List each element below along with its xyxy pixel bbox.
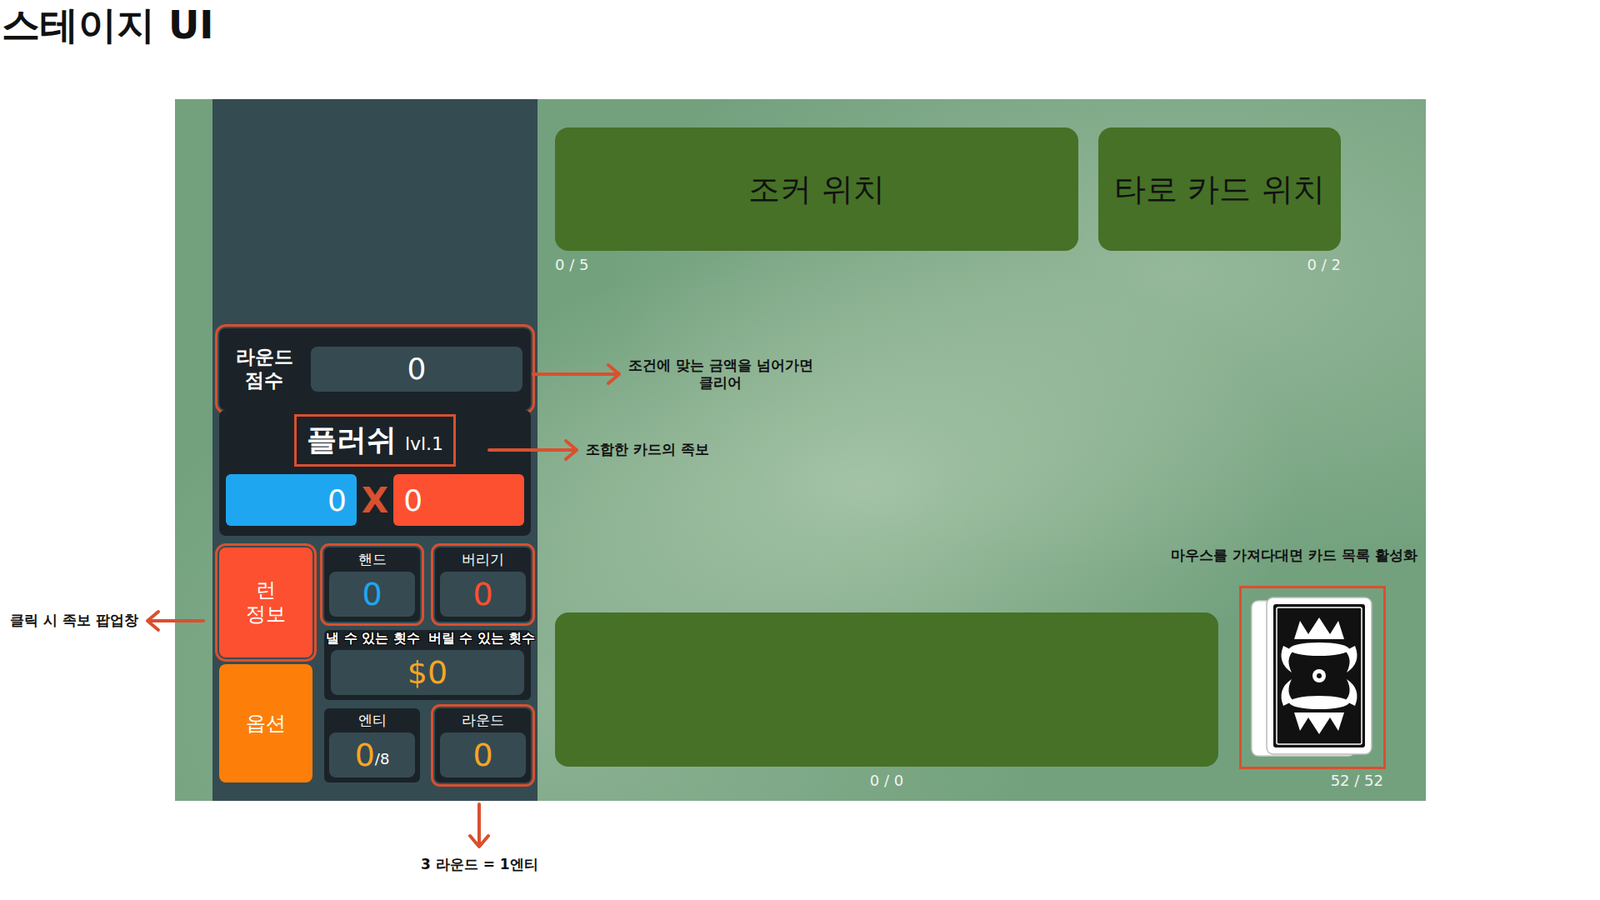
annotation: 마우스를 가져다대면 카드 목록 활성화 [1170,546,1418,565]
hand-name: 플러쉬 [306,420,397,461]
chips-box: 0 [225,474,357,526]
tarot-slot: 타로 카드 위치 [1098,127,1341,251]
deck-count: 52 / 52 [1241,771,1384,790]
annotation: 3 라운드 = 1엔티 [420,802,539,874]
deck[interactable] [1241,588,1384,767]
arrow-icon [467,802,491,850]
chips-mult-row: 0X0 [225,474,525,526]
counter-value: 0 [440,732,526,778]
annotation: 조합한 카드의 족보 [487,438,710,462]
text-line: 클릭 시 족보 팝업창 [10,611,139,630]
money-value: $0 [330,650,525,695]
stat-column: 핸드0버리기0낼 수 있는 횟수버릴 수 있는 횟수$0엔티0/8라운드0 [324,547,531,783]
hand-area[interactable] [555,612,1219,767]
options-button[interactable]: 옵션 [219,664,313,783]
button-column: 런정보옵션 [219,547,313,783]
arrow-icon [487,438,580,462]
round-score-value: 0 [310,346,523,392]
mult-box: 0 [393,474,525,526]
hand-level: lvl.1 [405,433,444,455]
text-line: 3 라운드 = 1엔티 [420,855,539,874]
run-panel: 런정보옵션핸드0버리기0낼 수 있는 횟수버릴 수 있는 횟수$0엔티0/8라운… [219,547,531,783]
text-line: 정보 [245,602,286,627]
counter-label: 엔티 [329,710,415,730]
counter-value: 0 [329,571,415,617]
counter-value: 0/8 [329,732,415,778]
text-line: 라운드 [227,345,301,370]
card-back-icon [1250,595,1375,760]
tarot-column: 타로 카드 위치 0 / 2 [1098,127,1341,274]
hand-count: 0 / 0 [555,771,1219,790]
times-sign: X [361,480,389,521]
annotation-text: 3 라운드 = 1엔티 [420,855,539,874]
round-score-label: 라운드점수 [227,345,301,392]
caption: 버릴 수 있는 횟수 [428,630,536,648]
ante-counter: 엔티0/8 [324,708,420,783]
stage-ui-page: 스테이지 UI라운드점수0플러쉬lvl.10X0런정보옵션핸드0버리기0낼 수 … [0,0,1600,900]
text-line: 클리어 [628,374,814,392]
round-score: 라운드점수0 [219,328,531,410]
joker-slot: 조커 위치 [555,127,1079,251]
run-info-button[interactable]: 런정보 [219,547,313,658]
annotation-text: 조합한 카드의 족보 [585,440,710,459]
hand-row: 0 / 0 52 / 52 [555,588,1426,790]
annotation-text: 마우스를 가져다대면 카드 목록 활성화 [1170,546,1418,565]
money-box: 낼 수 있는 횟수버릴 수 있는 횟수$0 [324,630,531,700]
joker-column: 조커 위치 0 / 5 [555,127,1079,274]
text-line: 조건에 맞는 금액을 넘어가면 [628,356,814,375]
page-title: 스테이지 UI [0,0,1600,50]
hands-discards-row: 핸드0버리기0 [324,547,531,622]
poker-hand-box: 플러쉬 lvl.1 0X0 [219,410,531,536]
deck-column: 52 / 52 [1241,588,1384,790]
counter-label: 버리기 [440,550,526,570]
text-line: 마우스를 가져다대면 카드 목록 활성화 [1170,546,1418,565]
game-screen: 라운드점수0플러쉬lvl.10X0런정보옵션핸드0버리기0낼 수 있는 횟수버릴… [175,99,1426,801]
discards-counter: 버리기0 [435,547,531,622]
counter-label: 핸드 [329,550,415,570]
table-edge [175,99,213,801]
annotation: 조건에 맞는 금액을 넘어가면클리어 [531,356,814,393]
annotation: 클릭 시 족보 팝업창 [10,609,205,633]
text-line: 점수 [227,369,301,393]
arrow-icon [531,362,622,386]
ante-round-row: 엔티0/8라운드0 [324,708,531,783]
counter-label: 라운드 [440,710,526,730]
counter-captions: 낼 수 있는 횟수 버릴 수 있는 횟수 [325,630,535,648]
hand-column: 0 / 0 [555,612,1219,790]
round-counter: 라운드0 [435,708,531,783]
text-line: 런 [255,578,276,603]
hands-counter: 핸드0 [324,547,420,622]
poker-hand-name: 플러쉬 lvl.1 [298,418,452,463]
joker-count: 0 / 5 [555,255,1079,274]
slot-row: 조커 위치 0 / 5 타로 카드 위치 0 / 2 [555,127,1426,274]
tarot-count: 0 / 2 [1098,255,1341,274]
caption: 낼 수 있는 횟수 [325,630,420,648]
annotation-text: 조건에 맞는 금액을 넘어가면클리어 [628,356,814,393]
counter-value: 0 [440,571,526,617]
annotation-text: 클릭 시 족보 팝업창 [10,611,139,630]
text-line: 조합한 카드의 족보 [585,440,710,459]
ante-max: /8 [375,751,390,767]
arrow-icon [145,609,205,633]
